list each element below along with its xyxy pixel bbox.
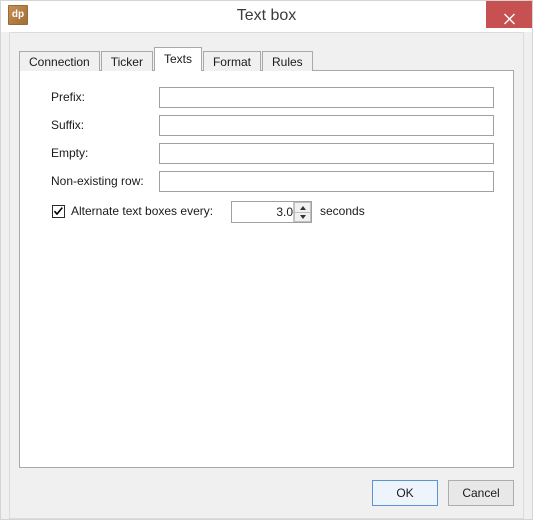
tab-ticker[interactable]: Ticker: [100, 51, 153, 71]
field-row-empty: Empty:: [20, 143, 513, 165]
spinner-buttons: [293, 202, 311, 222]
close-icon[interactable]: [486, 1, 532, 28]
text-box-dialog: dp Text box Connection Ticker Texts Form…: [0, 0, 533, 520]
tab-connection[interactable]: Connection: [19, 51, 100, 71]
input-prefix[interactable]: [159, 87, 494, 108]
tab-page-texts: Prefix: Suffix: Empty: Non-existing row:: [19, 70, 514, 468]
alternate-text-boxes-row: Alternate text boxes every: seconds: [20, 201, 513, 223]
arrow-down-glyph: [299, 215, 306, 219]
label-empty: Empty:: [51, 146, 89, 160]
spinner-alternate-seconds[interactable]: [231, 201, 312, 223]
input-suffix[interactable]: [159, 115, 494, 136]
label-seconds-unit: seconds: [320, 204, 365, 218]
field-row-non-existing-row: Non-existing row:: [20, 171, 513, 193]
label-suffix: Suffix:: [51, 118, 85, 132]
spinner-input-seconds[interactable]: [232, 202, 295, 222]
tab-texts[interactable]: Texts: [153, 47, 202, 71]
checkmark-icon: [53, 207, 63, 216]
window-title: Text box: [236, 7, 297, 24]
dp-app-icon: dp: [8, 5, 28, 25]
ok-button[interactable]: OK: [372, 480, 438, 506]
cancel-button[interactable]: Cancel: [448, 480, 514, 506]
tab-format[interactable]: Format: [202, 51, 261, 71]
tab-rules[interactable]: Rules: [261, 51, 313, 71]
tab-strip: Connection Ticker Texts Format Rules: [19, 47, 514, 71]
title-bar: dp Text box: [1, 1, 532, 32]
checkbox-alternate-text-boxes[interactable]: [52, 205, 65, 218]
spinner-up-icon[interactable]: [294, 202, 311, 212]
field-row-suffix: Suffix:: [20, 115, 513, 137]
arrow-up-glyph: [299, 205, 306, 210]
input-non-existing-row[interactable]: [159, 171, 494, 192]
spinner-down-icon[interactable]: [294, 212, 311, 222]
input-empty[interactable]: [159, 143, 494, 164]
label-prefix: Prefix:: [51, 90, 86, 104]
label-non-existing-row: Non-existing row:: [51, 174, 144, 188]
label-alternate-text-boxes: Alternate text boxes every:: [71, 204, 214, 218]
field-row-prefix: Prefix:: [20, 87, 513, 109]
dialog-body: Connection Ticker Texts Format Rules Pre…: [9, 32, 524, 519]
dialog-footer: OK Cancel: [372, 480, 514, 506]
close-x-glyph: [503, 13, 515, 24]
